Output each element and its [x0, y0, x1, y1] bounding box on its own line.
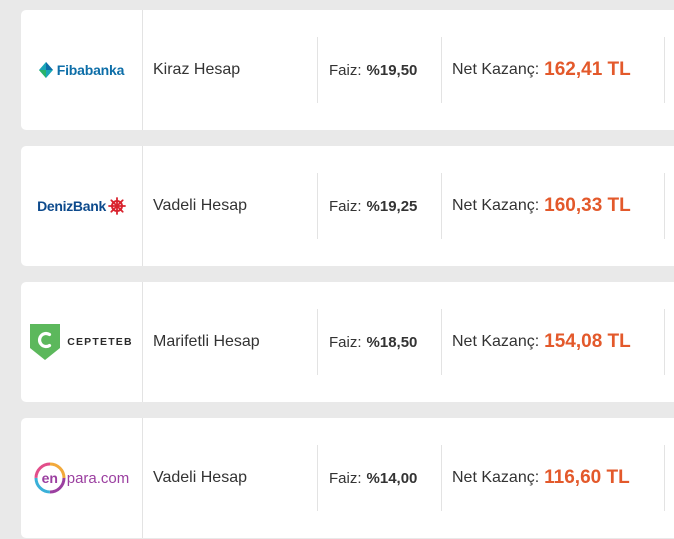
- fibabanka-diamond-icon: [38, 62, 53, 78]
- rate-label: Faiz:: [329, 197, 362, 215]
- rate-value: %14,00: [366, 469, 418, 487]
- bank-name: Fibabanka: [56, 62, 125, 78]
- rate-value: %19,50: [366, 61, 418, 79]
- interest-rate: Faiz: %18,50: [318, 282, 441, 402]
- net-gain: Net Kazanç: 160,33 TL: [442, 146, 664, 266]
- gain-label: Net Kazanç:: [452, 333, 540, 350]
- bank-logo: DenizBank: [21, 146, 143, 266]
- account-name: Vadeli Hesap: [153, 197, 247, 214]
- gain-value: 162,41 TL: [544, 59, 631, 80]
- bank-offer-card[interactable]: CEPTETEB Marifetli Hesap Faiz: %18,50 Ne…: [21, 282, 674, 402]
- bank-offer-card[interactable]: Fibabanka Kiraz Hesap Faiz: %19,50 Net K…: [21, 10, 674, 130]
- net-gain: Net Kazanç: 154,08 TL: [442, 282, 664, 402]
- bank-name: DenizBank: [37, 198, 106, 214]
- gain-value: 154,08 TL: [544, 331, 631, 352]
- bank-name: CEPTETEB: [67, 336, 133, 348]
- rate-label: Faiz:: [329, 469, 362, 487]
- gain-label: Net Kazanç:: [452, 469, 540, 486]
- bank-name-para: para.com: [66, 469, 130, 487]
- rate-value: %18,50: [366, 333, 418, 351]
- enpara-circle-icon: en: [34, 462, 66, 494]
- cepteteb-shield-icon: [30, 324, 61, 360]
- gain-value: 160,33 TL: [544, 195, 631, 216]
- bank-logo: Fibabanka: [21, 10, 143, 130]
- divider: [664, 309, 665, 375]
- rate-label: Faiz:: [329, 333, 362, 351]
- net-gain: Net Kazanç: 162,41 TL: [442, 10, 664, 130]
- divider: [664, 445, 665, 511]
- account-name: Marifetli Hesap: [153, 333, 260, 350]
- denizbank-ship-wheel-icon: [108, 197, 126, 215]
- gain-label: Net Kazanç:: [452, 61, 540, 78]
- bank-logo: CEPTETEB: [21, 282, 143, 402]
- gain-value: 116,60 TL: [544, 467, 630, 488]
- divider: [664, 37, 665, 103]
- bank-name-en: en: [41, 470, 58, 486]
- interest-rate: Faiz: %14,00: [318, 418, 441, 538]
- interest-rate: Faiz: %19,25: [318, 146, 441, 266]
- bank-offer-card[interactable]: en para.com Vadeli Hesap Faiz: %14,00 Ne…: [21, 418, 674, 538]
- account-name: Kiraz Hesap: [153, 61, 241, 78]
- bank-offer-card[interactable]: DenizBank Vadeli Hesap Faiz: %19,25 Net …: [21, 146, 674, 266]
- divider: [664, 173, 665, 239]
- account-name: Vadeli Hesap: [153, 469, 247, 486]
- interest-rate: Faiz: %19,50: [318, 10, 441, 130]
- bank-logo: en para.com: [21, 418, 143, 538]
- gain-label: Net Kazanç:: [452, 197, 540, 214]
- rate-value: %19,25: [366, 197, 418, 215]
- rate-label: Faiz:: [329, 61, 362, 79]
- net-gain: Net Kazanç: 116,60 TL: [442, 418, 664, 538]
